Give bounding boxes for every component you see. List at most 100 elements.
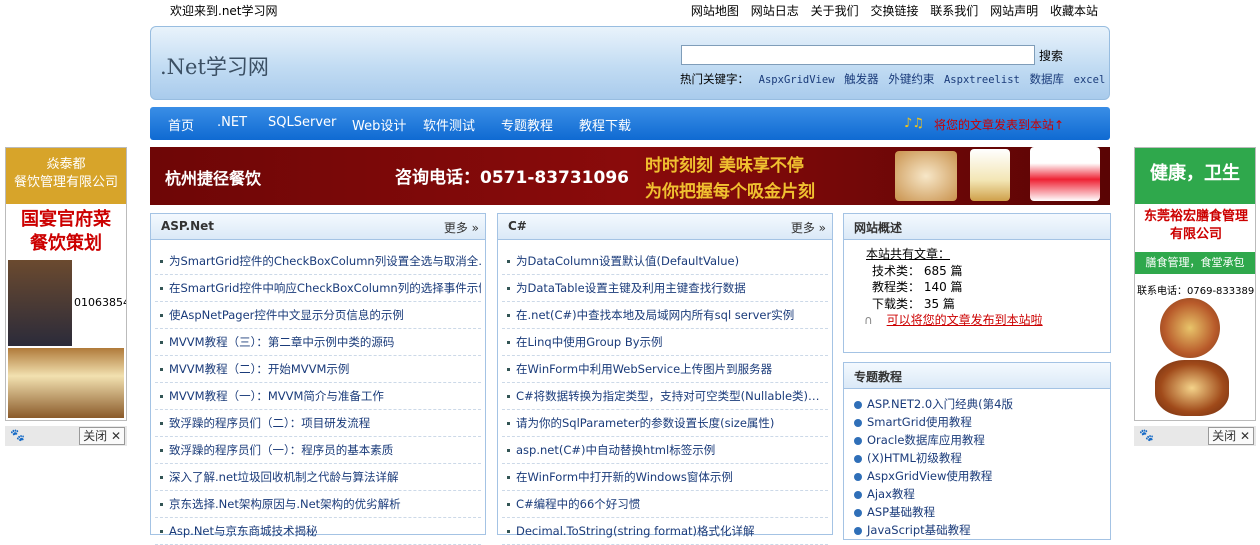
list-item[interactable]: 深入了解.net垃圾回收机制之代龄与算法详解 bbox=[155, 464, 481, 491]
stat-download: 下载类： 35 篇 bbox=[872, 296, 955, 311]
search-button[interactable]: 搜索 bbox=[1039, 47, 1063, 64]
link-exchange[interactable]: 交换链接 bbox=[870, 4, 918, 18]
csharp-panel-header: C# 更多 » bbox=[498, 214, 832, 240]
nav-topics[interactable]: 专题教程 bbox=[501, 115, 553, 134]
list-item[interactable]: asp.net(C#)中自动替换html标签示例 bbox=[502, 437, 828, 464]
left-side-ad[interactable]: 焱泰都 餐饮管理有限公司 国宴官府菜 餐饮策划 01063854682 bbox=[5, 147, 127, 421]
right-ad-company: 东莞裕宏膳食管理有限公司 bbox=[1143, 209, 1248, 242]
left-ad-company: 焱泰都 餐饮管理有限公司 bbox=[6, 148, 126, 204]
csharp-article-list: 为DataColumn设置默认值(DefaultValue) 为DataTabl… bbox=[498, 240, 832, 545]
bullet-icon bbox=[854, 472, 862, 481]
topics-panel-title: 专题教程 bbox=[854, 370, 903, 384]
list-item[interactable]: 在SmartGrid控件中响应CheckBoxColumn列的选择事件示例 bbox=[155, 275, 481, 302]
site-header: .Net学习网 搜索 热门关键字： AspxGridView 触发器 外键约束 … bbox=[150, 26, 1110, 100]
music-notes-icon: ♪♫ bbox=[904, 116, 924, 131]
hotkey-excel[interactable]: excel bbox=[1074, 74, 1106, 86]
right-ad-closebar: 🐾 关闭 ✕ bbox=[1134, 426, 1256, 446]
bullet-icon bbox=[854, 418, 862, 427]
list-item[interactable]: MVVM教程（二）：开始MVVM示例 bbox=[155, 356, 481, 383]
overview-stats: 本站共有文章： 技术类： 685 篇 教程类： 140 篇 下载类： 35 篇 … bbox=[844, 240, 1110, 329]
aspnet-panel: ASP.Net 更多 » 为SmartGrid控件的CheckBoxColumn… bbox=[150, 213, 486, 545]
list-item[interactable]: 在WinForm中利用WebService上传图片到服务器 bbox=[502, 356, 828, 383]
list-item[interactable]: C#编程中的66个好习惯 bbox=[502, 491, 828, 518]
banner-company: 杭州捷径餐饮 bbox=[165, 169, 262, 188]
list-item[interactable]: ASP基础教程 bbox=[844, 503, 1110, 521]
list-item[interactable]: 请为你的SqlParameter的参数设置长度(size属性) bbox=[502, 410, 828, 437]
link-log[interactable]: 网站日志 bbox=[751, 4, 799, 18]
nav-dotnet[interactable]: .NET bbox=[217, 115, 247, 130]
nav-webdesign[interactable]: Web设计 bbox=[352, 115, 406, 134]
right-side-ad[interactable]: 健康，卫生 东莞裕宏膳食管理有限公司 膳食管理，食堂承包 联系电话：0769-8… bbox=[1134, 147, 1256, 421]
list-item[interactable]: MVVM教程（一）：MVVM简介与准备工作 bbox=[155, 383, 481, 410]
nav-downloads[interactable]: 教程下载 bbox=[579, 115, 631, 134]
list-item[interactable]: 致浮躁的程序员们（二）：项目研发流程 bbox=[155, 410, 481, 437]
publish-row: ∩ 可以将您的文章发布到本站啦 bbox=[864, 312, 1110, 329]
banner-slogan-1: 时时刻刻 美味享不停 bbox=[645, 156, 804, 176]
site-title[interactable]: .Net学习网 bbox=[160, 51, 269, 81]
bullet-icon bbox=[854, 526, 862, 535]
hotkey-aspxgridview[interactable]: AspxGridView bbox=[759, 74, 835, 86]
list-item[interactable]: 在.net(C#)中查找本地及局域网内所有sql server实例 bbox=[502, 302, 828, 329]
list-item[interactable]: ASP.NET2.0入门经典(第4版 bbox=[844, 395, 1110, 413]
nav-home[interactable]: 首页 bbox=[168, 115, 194, 134]
list-item[interactable]: 京东选择.Net架构原因与.Net架构的优劣解析 bbox=[155, 491, 481, 518]
link-about[interactable]: 关于我们 bbox=[811, 4, 859, 18]
list-item[interactable]: (X)HTML初级教程 bbox=[844, 449, 1110, 467]
list-item[interactable]: 使AspNetPager控件中文显示分页信息的示例 bbox=[155, 302, 481, 329]
topics-panel: 专题教程 ASP.NET2.0入门经典(第4版 SmartGrid使用教程 Or… bbox=[843, 362, 1111, 540]
aspnet-panel-title: ASP.Net bbox=[161, 219, 214, 233]
list-item[interactable]: JavaScript基础教程 bbox=[844, 521, 1110, 539]
csharp-panel-title: C# bbox=[508, 219, 527, 233]
hotkey-foreign-key[interactable]: 外键约束 bbox=[888, 72, 934, 86]
overview-heading: 本站共有文章： bbox=[866, 247, 951, 261]
list-item[interactable]: 为DataColumn设置默认值(DefaultValue) bbox=[502, 248, 828, 275]
link-contact[interactable]: 联系我们 bbox=[930, 4, 978, 18]
topics-list: ASP.NET2.0入门经典(第4版 SmartGrid使用教程 Oracle数… bbox=[844, 389, 1110, 539]
bullet-icon bbox=[854, 508, 862, 517]
hotkey-trigger[interactable]: 触发器 bbox=[844, 72, 879, 86]
ad-banner[interactable]: 杭州捷径餐饮 咨询电话：0571-83731096 时时刻刻 美味享不停 为你把… bbox=[150, 147, 1110, 205]
coffee-cup-image bbox=[895, 151, 957, 201]
publish-notice-link[interactable]: 将您的文章发表到本站↑ bbox=[934, 116, 1064, 133]
list-item[interactable]: 致浮躁的程序员们（一）：程序员的基本素质 bbox=[155, 437, 481, 464]
list-item[interactable]: C#将数据转换为指定类型，支持对可空类型(Nullable类)… bbox=[502, 383, 828, 410]
hotkey-aspxtreelist[interactable]: Aspxtreelist bbox=[944, 74, 1020, 86]
list-item[interactable]: Asp.Net与京东商城技术揭秘 bbox=[155, 518, 481, 545]
aspnet-more-link[interactable]: 更多 » bbox=[444, 219, 479, 236]
list-item[interactable]: Ajax教程 bbox=[844, 485, 1110, 503]
nav-sqlserver[interactable]: SQLServer bbox=[268, 115, 336, 130]
link-bookmark[interactable]: 收藏本站 bbox=[1050, 4, 1098, 18]
headset-icon: ∩ bbox=[864, 313, 873, 327]
overview-panel: 网站概述 本站共有文章： 技术类： 685 篇 教程类： 140 篇 下载类： … bbox=[843, 213, 1111, 353]
hotkey-database[interactable]: 数据库 bbox=[1030, 72, 1065, 86]
list-item[interactable]: 为SmartGrid控件的CheckBoxColumn列设置全选与取消全… bbox=[155, 248, 481, 275]
list-item[interactable]: MVVM教程（三）：第二章中示例中类的源码 bbox=[155, 329, 481, 356]
topics-panel-header: 专题教程 bbox=[844, 363, 1110, 389]
search-input[interactable] bbox=[681, 45, 1035, 65]
csharp-panel: C# 更多 » 为DataColumn设置默认值(DefaultValue) 为… bbox=[497, 213, 833, 545]
overview-panel-title: 网站概述 bbox=[854, 221, 903, 235]
bullet-icon bbox=[854, 454, 862, 463]
left-ad-closebar: 🐾 关闭 ✕ bbox=[5, 426, 127, 446]
list-item[interactable]: 在Linq中使用Group By示例 bbox=[502, 329, 828, 356]
dish-image-2 bbox=[1155, 360, 1229, 416]
left-ad-close-button[interactable]: 关闭 ✕ bbox=[79, 427, 125, 445]
drink-image bbox=[970, 149, 1010, 201]
list-item[interactable]: Oracle数据库应用教程 bbox=[844, 431, 1110, 449]
list-item[interactable]: Decimal.ToString(string format)格式化详解 bbox=[502, 518, 828, 545]
right-ad-close-button[interactable]: 关闭 ✕ bbox=[1208, 427, 1254, 445]
welcome-text: 欢迎来到.net学习网 bbox=[170, 4, 278, 18]
left-ad-slogan: 国宴官府菜 餐饮策划 bbox=[21, 209, 111, 254]
stat-tech: 技术类： 685 篇 bbox=[872, 263, 963, 278]
list-item[interactable]: AspxGridView使用教程 bbox=[844, 467, 1110, 485]
nav-testing[interactable]: 软件测试 bbox=[423, 115, 475, 134]
main-nav: 首页 .NET SQLServer Web设计 软件测试 专题教程 教程下载 ♪… bbox=[150, 107, 1110, 140]
link-sitemap[interactable]: 网站地图 bbox=[691, 4, 739, 18]
list-item[interactable]: 为DataTable设置主键及利用主键查找行数据 bbox=[502, 275, 828, 302]
list-item[interactable]: 在WinForm中打开新的Windows窗体示例 bbox=[502, 464, 828, 491]
publish-link[interactable]: 可以将您的文章发布到本站啦 bbox=[887, 313, 1043, 327]
csharp-more-link[interactable]: 更多 » bbox=[791, 219, 826, 236]
link-statement[interactable]: 网站声明 bbox=[990, 4, 1038, 18]
right-ad-tagline: 膳食管理，食堂承包 bbox=[1135, 252, 1255, 274]
list-item[interactable]: SmartGrid使用教程 bbox=[844, 413, 1110, 431]
